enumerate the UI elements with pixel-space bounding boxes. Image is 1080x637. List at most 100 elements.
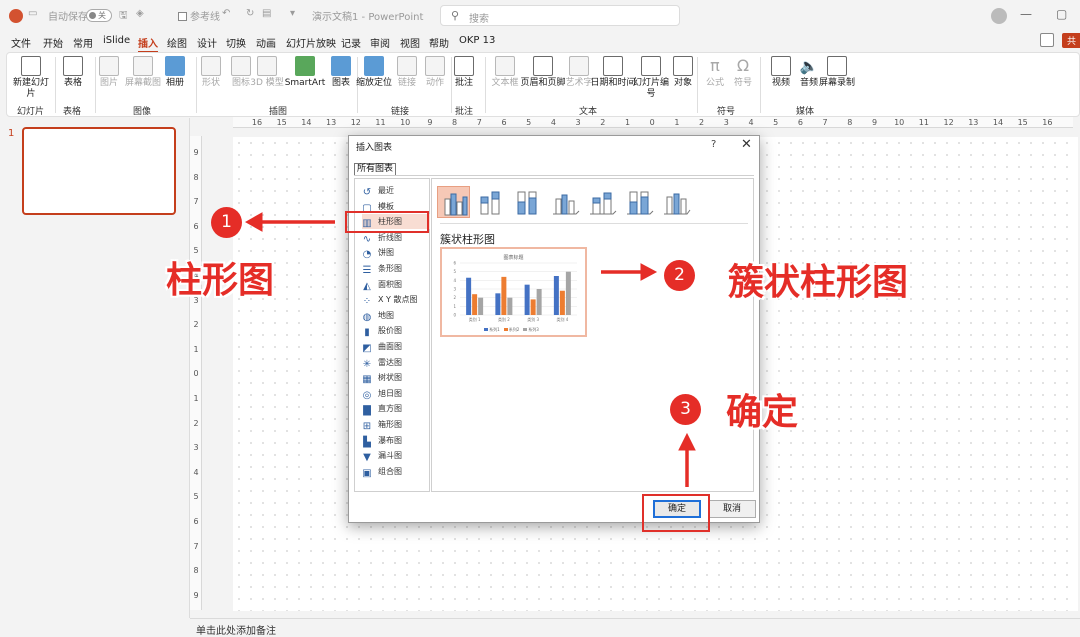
preview-y-tick: 0 bbox=[453, 313, 456, 318]
powerpoint-logo-icon bbox=[9, 9, 23, 23]
save-file-icon[interactable]: 🖫 bbox=[119, 8, 128, 25]
close-icon[interactable]: ✕ bbox=[741, 137, 752, 152]
group-label-symbols: 符号 bbox=[717, 107, 736, 117]
ruler-tick: 1 bbox=[193, 394, 199, 403]
format-painter-icon[interactable]: ◈ bbox=[136, 8, 144, 19]
screen-record-icon bbox=[827, 56, 847, 76]
ruler-tick: 6 bbox=[193, 517, 199, 526]
menu-insert[interactable]: 插入 bbox=[138, 35, 158, 53]
chart-category-radar-chart[interactable]: ✳ 雷达图 bbox=[362, 355, 430, 370]
minimize-icon[interactable]: — bbox=[1020, 7, 1032, 21]
menu-common[interactable]: 常用 bbox=[73, 35, 93, 50]
table-icon bbox=[63, 56, 83, 76]
screen-record-button[interactable]: 屏幕录制 bbox=[817, 53, 857, 89]
chart-category-funnel-chart[interactable]: ▼ 漏斗图 bbox=[362, 448, 430, 463]
horizontal-ruler: 16 15 14 13 12 11 10 9 8 7 6 5 4 3 2 1 0 1 2 3 4 5 6 7 8 9 10 11 12 1… bbox=[233, 117, 1073, 128]
autosave-toggle[interactable]: 关 bbox=[86, 9, 112, 22]
ruler-tick: 2 bbox=[193, 320, 199, 330]
chart-category-box-chart[interactable]: ⊞ 箱形图 bbox=[362, 417, 430, 432]
step-3-label: 确定 bbox=[726, 392, 799, 433]
maximize-icon[interactable]: ▢ bbox=[1056, 7, 1067, 21]
chart-category-stock-chart[interactable]: ▮ 股价图 bbox=[362, 323, 430, 338]
surface-chart-icon: ◩ bbox=[362, 343, 372, 354]
menu-animations[interactable]: 动画 bbox=[256, 35, 276, 50]
share-button[interactable]: 共 bbox=[1062, 33, 1080, 48]
ruler-tick: 15 bbox=[1017, 118, 1028, 127]
redo-icon[interactable]: ↻ bbox=[246, 8, 254, 19]
chart-category-scatter-chart[interactable]: ⁘ X Y 散点图 bbox=[362, 292, 430, 307]
chart-category-recent[interactable]: ↺ 最近 bbox=[362, 183, 430, 198]
menu-review[interactable]: 审阅 bbox=[370, 35, 390, 50]
ruler-tick: 13 bbox=[326, 118, 337, 127]
3d-column-type-button[interactable] bbox=[659, 186, 692, 218]
ribbon: 新建幻灯片 幻灯片 表格 表格 图片 屏幕截图 相册 图像 形状 图标 3D 模… bbox=[6, 52, 1080, 117]
chart-category-combo-chart[interactable]: ▣ 组合图 bbox=[362, 464, 430, 479]
chart-category-sunburst-chart[interactable]: ◎ 旭日图 bbox=[362, 386, 430, 401]
chart-category-label: 面积图 bbox=[378, 279, 402, 289]
vertical-ruler: 9876543210123456789 bbox=[190, 136, 202, 610]
speaker-icon: 🔈 bbox=[799, 57, 819, 75]
preview-bar bbox=[530, 299, 536, 315]
menu-view[interactable]: 视图 bbox=[400, 35, 420, 50]
menu-transitions[interactable]: 切换 bbox=[226, 35, 246, 50]
chart-category-waterfall-chart[interactable]: ▙ 瀑布图 bbox=[362, 433, 430, 448]
ruler-tick: 4 bbox=[748, 118, 754, 127]
help-icon[interactable]: ? bbox=[711, 139, 716, 150]
subtype-title: 簇状柱形图 bbox=[440, 233, 495, 246]
chart-category-label: 箱形图 bbox=[378, 420, 402, 429]
menu-slideshow[interactable]: 幻灯片放映 bbox=[286, 35, 336, 50]
header-footer-icon bbox=[533, 56, 553, 76]
preview-y-tick: 5 bbox=[453, 269, 456, 274]
ruler-tick: 7 bbox=[822, 118, 828, 127]
chart-category-treemap-chart[interactable]: ▦ 树状图 bbox=[362, 370, 430, 385]
stacked-column-type-button[interactable] bbox=[474, 186, 507, 218]
menu-draw[interactable]: 绘图 bbox=[167, 35, 187, 50]
table-button[interactable]: 表格 bbox=[53, 53, 93, 89]
search-box[interactable]: ⚲ 搜索 bbox=[440, 5, 680, 26]
ruler-tick: 1 bbox=[624, 118, 631, 127]
menu-design[interactable]: 设计 bbox=[197, 35, 217, 50]
chart-category-surface-chart[interactable]: ◩ 曲面图 bbox=[362, 339, 430, 354]
datetime-button[interactable]: 日期和时间 bbox=[589, 53, 637, 89]
present-icon[interactable]: ▤ bbox=[262, 8, 271, 19]
clustered-column-type-button[interactable] bbox=[437, 186, 470, 218]
ruler-tick: 0 bbox=[649, 118, 655, 127]
chart-category-histogram-chart[interactable]: ▇ 直方图 bbox=[362, 401, 430, 416]
customize-toolbar-icon[interactable]: ▾ bbox=[290, 8, 295, 19]
step-2-label: 簇状柱形图 bbox=[728, 262, 909, 303]
percent-stacked-column-type-button[interactable] bbox=[511, 186, 544, 218]
ruler-tick: 3 bbox=[723, 118, 729, 127]
chart-category-pie-chart[interactable]: ◔ 饼图 bbox=[362, 245, 430, 260]
3d-stacked-column-type-button[interactable] bbox=[585, 186, 618, 218]
menu-file[interactable]: 文件 bbox=[11, 35, 31, 50]
album-button[interactable]: 相册 bbox=[155, 53, 195, 89]
symbol-button[interactable]: Ω 符号 bbox=[723, 53, 763, 89]
3d-percent-stacked-column-type-button[interactable] bbox=[622, 186, 655, 218]
user-avatar[interactable] bbox=[991, 8, 1007, 24]
menu-islide[interactable]: iSlide bbox=[103, 35, 130, 46]
wordart-icon bbox=[569, 56, 589, 76]
menu-record[interactable]: 记录 bbox=[341, 35, 361, 50]
ruler-tick: 8 bbox=[452, 118, 458, 127]
menu-help[interactable]: 帮助 bbox=[429, 35, 449, 50]
chart-category-area-chart[interactable]: ◭ 面积图 bbox=[362, 277, 430, 292]
save-icon[interactable]: ▭ bbox=[28, 8, 37, 19]
clustered-column-preview[interactable]: 图表标题 0 1 2 3 4 5 6 类别 1 类别 2 类别 3 类别 4 系列1 系列2 系列3 bbox=[440, 247, 587, 337]
preview-y-tick: 4 bbox=[453, 278, 456, 283]
comments-icon[interactable] bbox=[1040, 33, 1054, 47]
comment-button[interactable]: 批注 bbox=[444, 53, 484, 89]
undo-icon[interactable]: ↶ bbox=[222, 8, 230, 19]
menu-home[interactable]: 开始 bbox=[43, 35, 63, 50]
cancel-button[interactable]: 取消 bbox=[708, 500, 756, 518]
preview-bar bbox=[536, 289, 542, 315]
3d-clustered-column-type-button[interactable] bbox=[548, 186, 581, 218]
ruler-tick: 15 bbox=[276, 118, 287, 127]
guides-checkbox[interactable]: 参考线 bbox=[178, 8, 220, 23]
menu-okp[interactable]: OKP 13 bbox=[459, 35, 495, 46]
notes-bar[interactable]: 单击此处添加备注 bbox=[190, 618, 1080, 637]
ruler-tick: 11 bbox=[375, 118, 386, 127]
chart-category-bar-chart[interactable]: ☰ 条形图 bbox=[362, 261, 430, 276]
chart-category-map-chart[interactable]: ◍ 地图 bbox=[362, 308, 430, 323]
slide-thumbnail[interactable] bbox=[22, 127, 176, 215]
new-slide-button[interactable]: 新建幻灯片 bbox=[11, 53, 51, 100]
